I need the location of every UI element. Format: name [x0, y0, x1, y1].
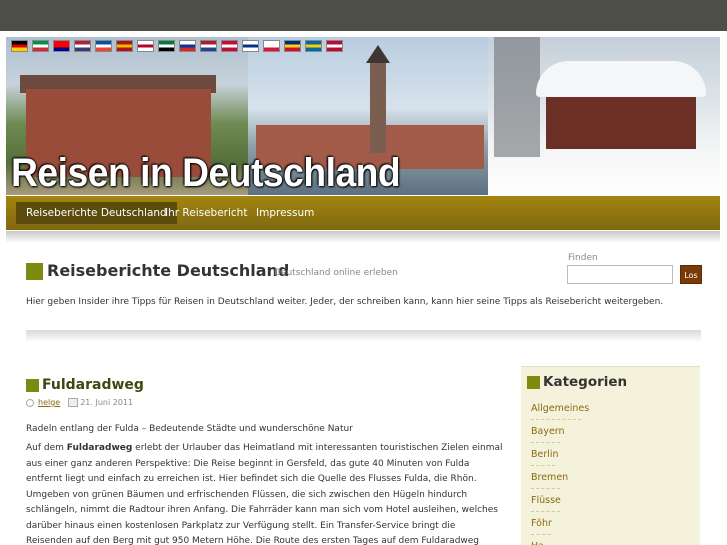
- square-icon: [527, 375, 540, 389]
- post-body-line: Reisenden auf den Berg mit gut 950 Meter…: [26, 536, 480, 545]
- flag-finnish-icon[interactable]: [242, 40, 259, 52]
- divider: [26, 330, 701, 342]
- main-nav: Reiseberichte Deutschland Ihr Reiseberic…: [6, 196, 720, 230]
- flag-danish-icon[interactable]: [221, 40, 238, 52]
- category-link[interactable]: Berlin: [531, 449, 559, 460]
- search-label: Finden: [568, 253, 598, 263]
- post-author[interactable]: helge: [38, 398, 60, 407]
- search-input[interactable]: [567, 265, 673, 284]
- flag-french-icon[interactable]: [95, 40, 112, 52]
- category-underline: [531, 511, 560, 512]
- post-body-bold: Fuldaradweg: [66, 443, 133, 453]
- square-icon: [26, 378, 39, 392]
- calendar-icon: [68, 398, 79, 407]
- post-subtitle: Radeln entlang der Fulda – Bedeutende St…: [26, 424, 353, 434]
- post-body-line: aus einer ganz anderen Perspektive: Die …: [26, 458, 470, 469]
- header-photo-snow-house: [488, 37, 720, 195]
- flag-swedish-icon[interactable]: [305, 40, 322, 52]
- flag-japanese-icon[interactable]: [137, 40, 154, 52]
- post-body-line: entfernt liegt und einfach zu erreichen …: [26, 474, 477, 484]
- sidebar-categories: Kategorien Allgemeines Bayern Berlin Bre…: [521, 366, 700, 545]
- flag-romanian-icon[interactable]: [284, 40, 301, 52]
- flag-russian-icon[interactable]: [179, 40, 196, 52]
- language-flags: [11, 40, 343, 52]
- category-underline: [531, 488, 560, 489]
- flag-usa-icon[interactable]: [74, 40, 91, 52]
- post-title[interactable]: Fuldaradweg: [26, 377, 144, 393]
- nav-item-reiseberichte[interactable]: Reiseberichte Deutschland: [16, 202, 177, 224]
- post-title-text[interactable]: Fuldaradweg: [42, 377, 144, 393]
- top-bar: [0, 0, 727, 31]
- nav-shadow: [6, 231, 720, 243]
- header-banner: Reisen in Deutschland: [6, 37, 720, 195]
- category-underline: [531, 465, 555, 466]
- blog-title-text[interactable]: Reiseberichte Deutschland: [47, 261, 289, 280]
- post-body-line: Auf dem Fuldaradweg erlebt der Urlauber …: [26, 443, 503, 453]
- blog-title[interactable]: Reiseberichte Deutschland: [26, 261, 289, 280]
- flag-dutch-icon[interactable]: [200, 40, 217, 52]
- nav-item-impressum[interactable]: Impressum: [246, 202, 324, 224]
- post-body-line: darüber hinaus einen kostenlosen Parkpla…: [26, 520, 456, 531]
- category-link[interactable]: Bayern: [531, 426, 565, 437]
- category-underline: [531, 419, 581, 420]
- flag-polish-icon[interactable]: [263, 40, 280, 52]
- flag-norwegian-icon[interactable]: [326, 40, 343, 52]
- sidebar-title-text: Kategorien: [543, 374, 628, 390]
- sidebar-title: Kategorien: [527, 374, 627, 390]
- category-link[interactable]: Ha: [531, 541, 544, 545]
- nav-item-ihr-reisebericht[interactable]: Ihr Reisebericht: [155, 202, 257, 224]
- category-underline: [531, 534, 551, 535]
- square-icon: [26, 263, 43, 280]
- blog-description: Deutschland online erleben: [274, 268, 398, 278]
- user-icon: [26, 398, 34, 407]
- category-link[interactable]: Allgemeines: [531, 403, 589, 414]
- post-body-line: schlängeln, nimmt die Radtour ihren Anfa…: [26, 505, 498, 515]
- category-link[interactable]: Föhr: [531, 518, 552, 529]
- site-title[interactable]: Reisen in Deutschland: [11, 149, 401, 195]
- post-date: 21. Juni 2011: [80, 398, 134, 407]
- post-body: Auf dem Fuldaradweg erlebt der Urlauber …: [26, 441, 503, 545]
- intro-text: Hier geben Insider ihre Tipps für Reisen…: [26, 297, 664, 307]
- category-underline: [531, 442, 560, 443]
- flag-spanish-icon[interactable]: [116, 40, 133, 52]
- category-link[interactable]: Flüsse: [531, 495, 561, 506]
- flag-chinese-taiwan-icon[interactable]: [53, 40, 70, 52]
- flag-italian-icon[interactable]: [32, 40, 49, 52]
- search-button[interactable]: Los: [680, 265, 702, 284]
- flag-arabic-icon[interactable]: [158, 40, 175, 52]
- flag-german-icon[interactable]: [11, 40, 28, 52]
- category-link[interactable]: Bremen: [531, 472, 568, 483]
- post-meta: helge 21. Juni 2011: [26, 398, 133, 407]
- post-body-line: Umgeben von grünen Bäumen und erfrischen…: [26, 489, 468, 500]
